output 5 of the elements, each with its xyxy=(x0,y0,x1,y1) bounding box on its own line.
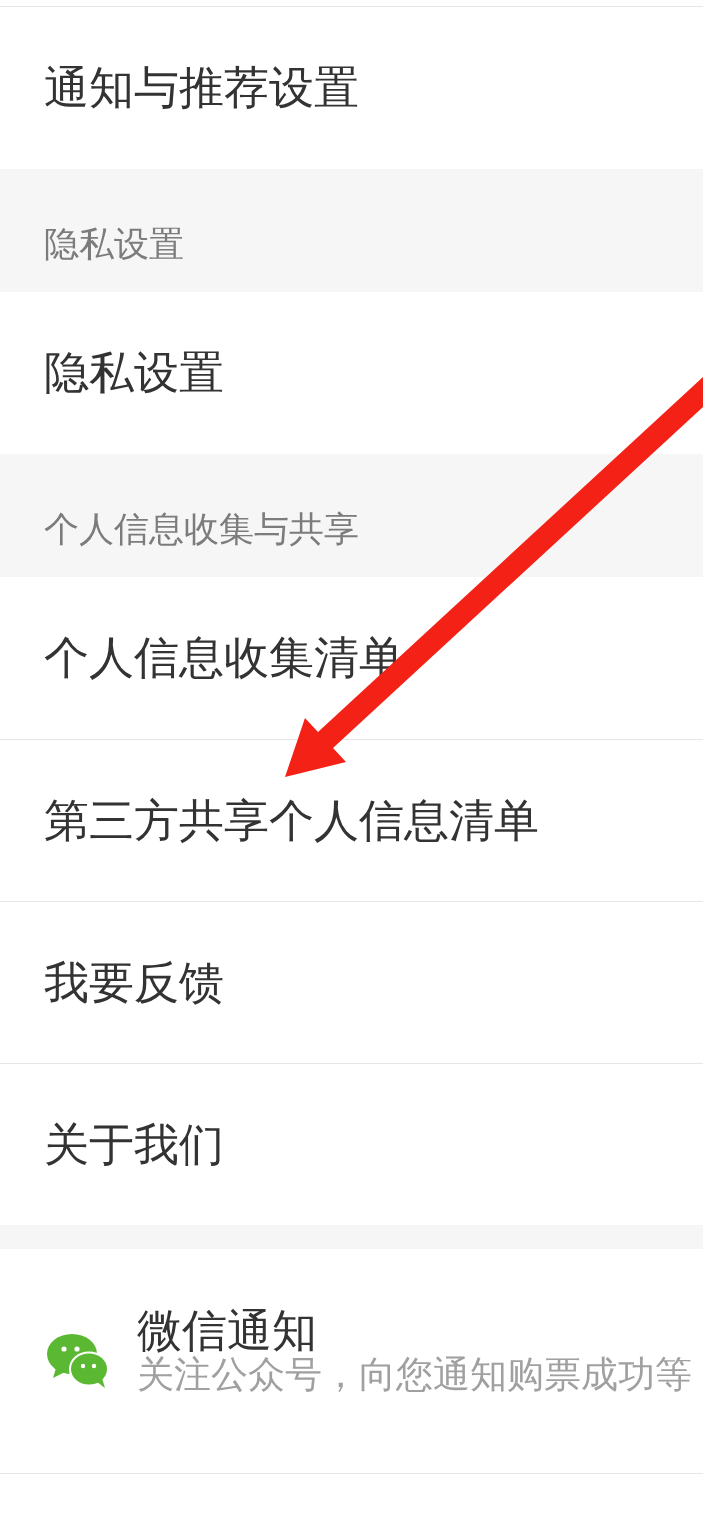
chat-bubbles-icon xyxy=(47,1333,109,1389)
section-header: 个人信息收集与共享 xyxy=(0,454,703,577)
section-header: 隐私设置 xyxy=(0,169,703,292)
notification-description: 关注公众号，向您通知购票成功等 xyxy=(137,1355,692,1397)
notification-title: 微信通知 xyxy=(137,1305,318,1356)
